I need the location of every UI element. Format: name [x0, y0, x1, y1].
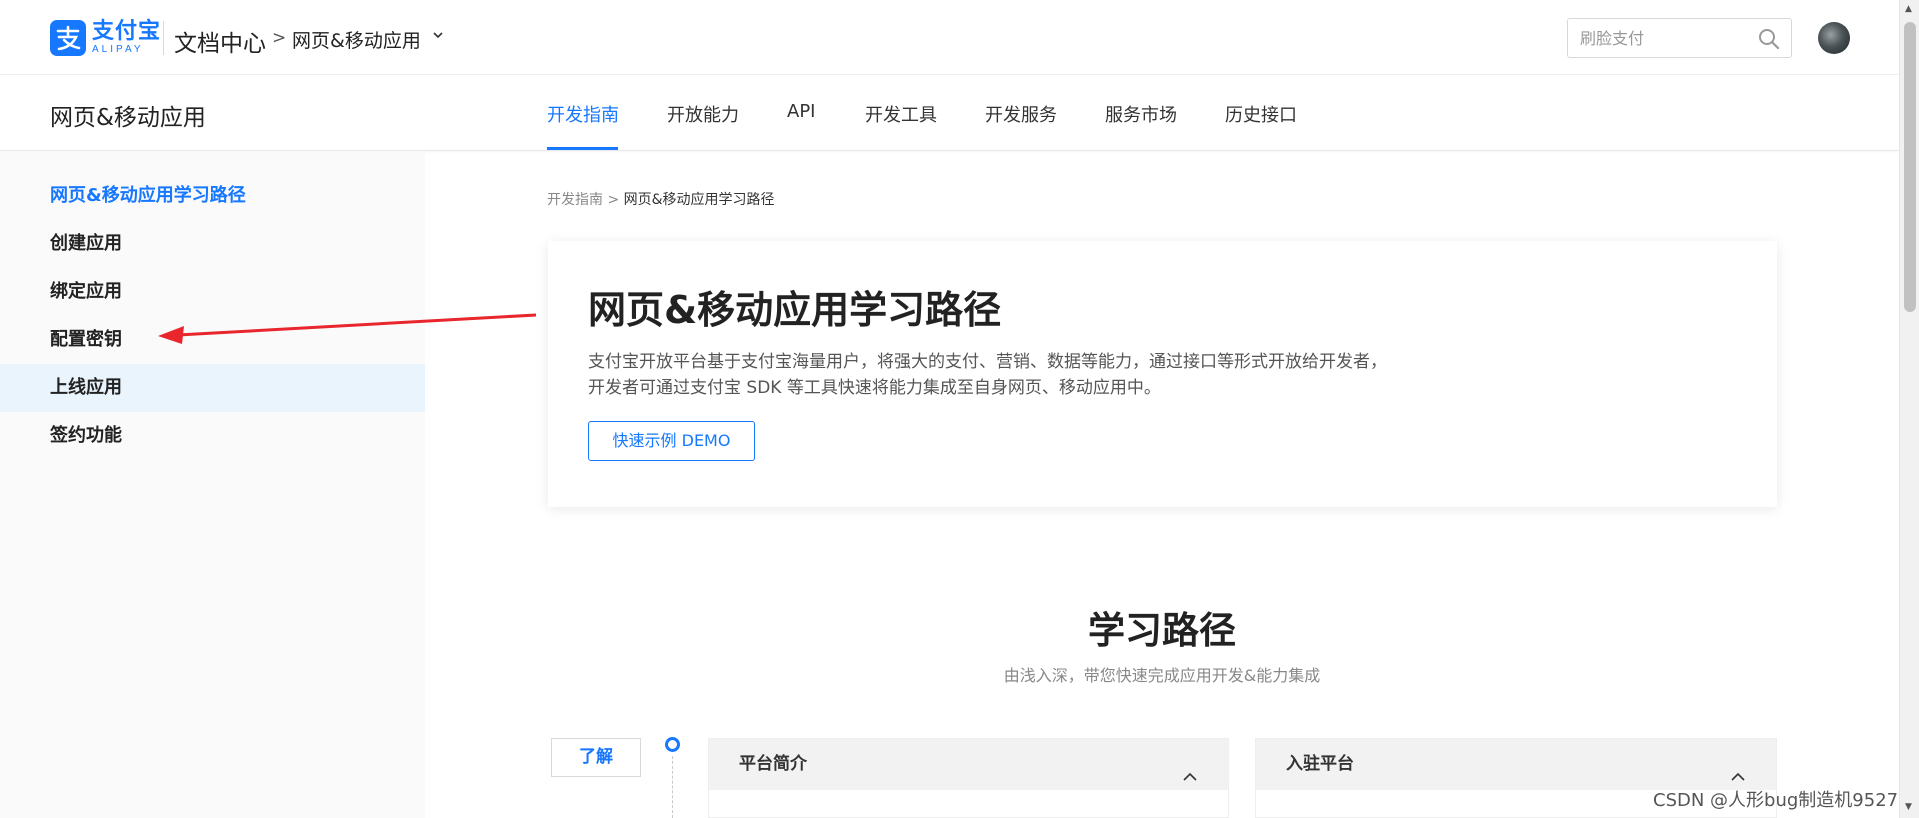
card-platform-intro[interactable]: 平台简介: [708, 738, 1229, 818]
alipay-logo-icon: [50, 20, 86, 56]
page-title: 网页&移动应用学习路径: [588, 288, 1002, 332]
hero-card: 网页&移动应用学习路径 支付宝开放平台基于支付宝海量用户，将强大的支付、营销、数…: [548, 241, 1777, 507]
logo-text-cn: 支付宝: [92, 19, 162, 44]
sidebar-item-configure-keys[interactable]: 配置密钥: [0, 316, 425, 364]
tab-dev-services[interactable]: 开发服务: [985, 101, 1057, 127]
card-title: 平台简介: [739, 754, 807, 774]
csdn-watermark: CSDN @人形bug制造机9527: [1653, 790, 1899, 811]
sidebar-item-bind-app[interactable]: 绑定应用: [0, 268, 425, 316]
scroll-down-arrow-icon[interactable]: ▼: [1905, 802, 1912, 812]
header-crumb-separator: >: [272, 28, 287, 48]
timeline-line: [672, 756, 673, 818]
search-icon[interactable]: [1757, 27, 1781, 55]
top-header: 支付宝 ALIPAY 文档中心 > 网页&移动应用: [0, 0, 1899, 75]
sidebar: 网页&移动应用学习路径 创建应用 绑定应用 配置密钥 上线应用 签约功能: [0, 151, 425, 818]
chevron-up-icon[interactable]: [1182, 753, 1198, 804]
card-header[interactable]: 平台简介: [709, 739, 1228, 790]
timeline-dot: [665, 737, 680, 752]
doc-center-link[interactable]: 文档中心: [174, 24, 266, 58]
alipay-logo[interactable]: 支付宝 ALIPAY: [50, 20, 161, 56]
breadcrumb-current: 网页&移动应用学习路径: [623, 192, 775, 208]
product-switcher[interactable]: 网页&移动应用: [292, 26, 421, 53]
stage-tag: 了解: [551, 738, 641, 777]
breadcrumb: 开发指南 > 网页&移动应用学习路径: [547, 189, 775, 209]
card-title: 入驻平台: [1286, 754, 1354, 774]
sidebar-item-create-app[interactable]: 创建应用: [0, 220, 425, 268]
sidebar-item-publish-app[interactable]: 上线应用: [0, 364, 425, 412]
tab-open-capability[interactable]: 开放能力: [667, 101, 739, 127]
learning-path-subtitle: 由浅入深，带您快速完成应用开发&能力集成: [1003, 666, 1321, 685]
scrollbar-thumb[interactable]: [1904, 22, 1916, 312]
tab-legacy-api[interactable]: 历史接口: [1225, 101, 1297, 127]
product-title: 网页&移动应用: [50, 105, 206, 131]
header-divider: [163, 21, 164, 55]
sidebar-item-learning-path[interactable]: 网页&移动应用学习路径: [0, 172, 425, 220]
tab-dev-tools[interactable]: 开发工具: [865, 101, 937, 127]
active-tab-indicator: [547, 147, 618, 150]
tab-service-market[interactable]: 服务市场: [1105, 101, 1177, 127]
learning-path-heading: 学习路径: [1088, 609, 1236, 652]
vertical-scrollbar[interactable]: ▲ ▼: [1899, 0, 1919, 818]
card-header[interactable]: 入驻平台: [1256, 739, 1776, 790]
product-subnav: 网页&移动应用 开发指南 开放能力 API 开发工具 开发服务 服务市场 历史接…: [0, 75, 1899, 151]
breadcrumb-root[interactable]: 开发指南: [547, 192, 603, 208]
chevron-down-icon[interactable]: [432, 29, 444, 43]
search-input[interactable]: [1580, 19, 1750, 57]
tab-dev-guide[interactable]: 开发指南: [547, 101, 619, 127]
sidebar-item-sign-features[interactable]: 签约功能: [0, 412, 425, 460]
logo-text-en: ALIPAY: [92, 44, 144, 55]
tab-api[interactable]: API: [787, 101, 815, 122]
user-avatar[interactable]: [1818, 22, 1850, 54]
breadcrumb-separator: >: [607, 192, 620, 208]
scroll-up-arrow-icon[interactable]: ▲: [1905, 4, 1912, 14]
search-box: [1567, 18, 1792, 58]
hero-description: 支付宝开放平台基于支付宝海量用户，将强大的支付、营销、数据等能力，通过接口等形式…: [588, 352, 1387, 398]
quick-demo-button[interactable]: 快速示例 DEMO: [588, 421, 755, 461]
